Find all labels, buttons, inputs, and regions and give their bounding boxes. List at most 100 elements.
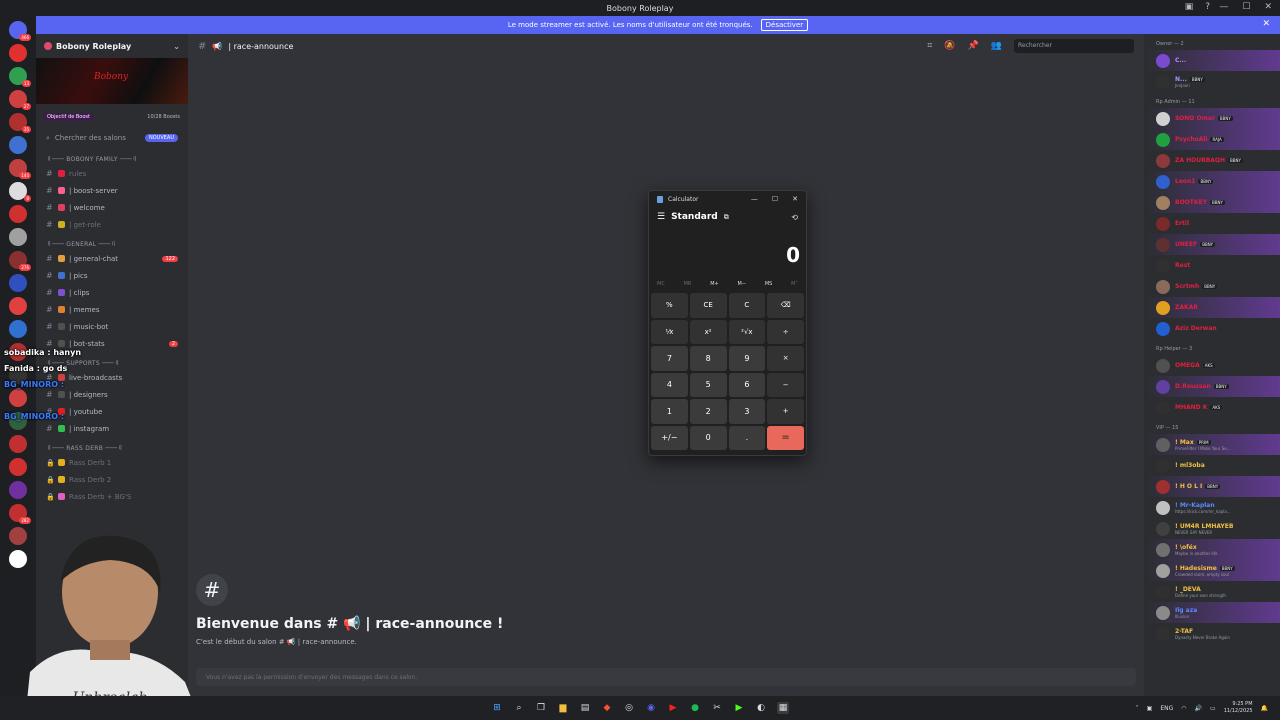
channel-item[interactable]: # | clips [36, 284, 188, 301]
help-icon[interactable]: ? [1205, 2, 1210, 12]
inbox-icon[interactable]: ▣ [1185, 2, 1194, 12]
key-9-button[interactable]: 9 [728, 346, 766, 371]
key-4-button[interactable]: 4 [651, 372, 688, 397]
kick-icon[interactable]: ▶ [733, 702, 745, 714]
calculator-maximize-icon[interactable]: ☐ [772, 195, 778, 203]
chevron-up-icon[interactable]: ˄ [1136, 705, 1139, 712]
chrome-icon[interactable]: ◎ [623, 702, 635, 714]
key-5-button[interactable]: 5 [689, 372, 727, 397]
member-item[interactable]: Rest [1144, 255, 1280, 276]
member-item[interactable]: ! Mr-Kaplan https://kick.com/mr_kapla... [1144, 497, 1280, 518]
channel-item[interactable]: # | welcome [36, 199, 188, 216]
channel-item[interactable]: # | pics [36, 267, 188, 284]
member-item[interactable]: $ONO Omar BBNY [1144, 108, 1280, 129]
member-item[interactable]: Ilg aza Illusion [1144, 602, 1280, 623]
youtube-icon[interactable]: ▶ [667, 702, 679, 714]
member-item[interactable]: ZAKAR [1144, 297, 1280, 318]
discord-taskbar-icon[interactable]: ◉ [645, 702, 657, 714]
file-explorer-icon[interactable]: ▆ [557, 702, 569, 714]
member-item[interactable]: Aziz Derwan [1144, 318, 1280, 339]
server-icon[interactable]: 13 [9, 67, 31, 87]
key-square-button[interactable]: x² [689, 319, 727, 344]
channel-item[interactable]: # | memes [36, 301, 188, 318]
key-decimal-button[interactable]: . [728, 425, 766, 450]
member-item[interactable]: OMEGA AKS [1144, 355, 1280, 376]
channel-item[interactable]: # | boost-server [36, 182, 188, 199]
member-item[interactable]: ! H O L I BBNY [1144, 476, 1280, 497]
key-percent-button[interactable]: % [651, 293, 688, 318]
member-item[interactable]: ! _DEVA Define your own strength [1144, 581, 1280, 602]
server-icon[interactable] [9, 320, 27, 338]
server-icon[interactable] [9, 389, 27, 407]
memory-button[interactable]: MR [684, 281, 692, 287]
server-icon[interactable] [9, 44, 27, 62]
member-item[interactable]: MHAND K AKS [1144, 397, 1280, 418]
key-negate-button[interactable]: +/− [651, 425, 688, 450]
capcut-icon[interactable]: ✂ [711, 702, 723, 714]
pin-icon[interactable]: 📌 [968, 41, 979, 51]
member-item[interactable]: ! ml3oba [1144, 455, 1280, 476]
clock[interactable]: 9:25 PM 11/12/2025 [1224, 701, 1253, 715]
calculator-minimize-icon[interactable]: — [751, 195, 758, 203]
channel-item[interactable]: # | general-chat 122 [36, 250, 188, 267]
battery-icon[interactable]: ▭ [1210, 705, 1216, 712]
key-divide-button[interactable]: ÷ [767, 319, 804, 344]
members-icon[interactable]: 👥 [991, 41, 1002, 51]
threads-icon[interactable]: ⌗ [927, 41, 932, 51]
key-clear-entry-button[interactable]: CE [689, 293, 727, 318]
memory-button[interactable]: M− [738, 281, 747, 287]
member-item[interactable]: 2-TAF Dynasty Never Broke Again [1144, 623, 1280, 644]
notifications-icon[interactable]: 🔔 [1261, 705, 1268, 712]
banner-close-icon[interactable]: ✕ [1262, 19, 1270, 29]
key-2-button[interactable]: 2 [689, 399, 727, 424]
key-0-button[interactable]: 0 [689, 425, 727, 450]
calculator-taskbar-icon[interactable]: ▦ [777, 702, 789, 714]
disable-streamer-button[interactable]: Désactiver [760, 19, 809, 31]
memory-button[interactable]: MS [765, 281, 773, 287]
key-1-button[interactable]: 1 [651, 399, 688, 424]
member-item[interactable]: ZA HOURBAQH BBNY [1144, 150, 1280, 171]
key-subtract-button[interactable]: − [767, 372, 804, 397]
key-3-button[interactable]: 3 [728, 399, 766, 424]
channel-item[interactable]: # | get-role [36, 216, 188, 233]
server-icon[interactable] [9, 481, 27, 499]
keep-on-top-icon[interactable]: ⧉ [724, 213, 729, 222]
search-input[interactable]: Rechercher [1014, 39, 1134, 53]
hamburger-menu-icon[interactable]: ☰ [657, 212, 665, 222]
calculator-close-icon[interactable]: ✕ [792, 195, 798, 203]
server-icon[interactable] [9, 205, 27, 223]
member-item[interactable]: ! \oféx Maybe in another life [1144, 539, 1280, 560]
key-6-button[interactable]: 6 [728, 372, 766, 397]
close-button[interactable]: ✕ [1264, 2, 1272, 12]
channel-search[interactable]: ⌕ Chercher des salons NOUVEAU [36, 128, 188, 148]
server-icon[interactable] [9, 297, 27, 315]
channel-item[interactable]: # | music-bot [36, 318, 188, 335]
key-square-root-button[interactable]: ²√x [728, 319, 766, 344]
member-item[interactable]: C... [1144, 50, 1280, 71]
spotify-icon[interactable]: ● [689, 702, 701, 714]
maximize-button[interactable]: ☐ [1242, 2, 1250, 12]
minimize-button[interactable]: — [1219, 2, 1228, 12]
member-item[interactable]: D.Roussan BBNY [1144, 376, 1280, 397]
member-item[interactable]: ! Hadesisme BBNY Crowded room, empty soul [1144, 560, 1280, 581]
channel-category[interactable]: 〢─── GENERAL ───〢 [36, 236, 188, 250]
steam-icon[interactable]: ◐ [755, 702, 767, 714]
tray-app-icon[interactable]: ▣ [1147, 705, 1153, 712]
member-item[interactable]: BOOTKEY BBNY [1144, 192, 1280, 213]
server-icon[interactable] [9, 136, 27, 154]
memory-button[interactable]: MC [657, 281, 665, 287]
server-icon[interactable]: 27 [9, 90, 31, 110]
key-8-button[interactable]: 8 [689, 346, 727, 371]
member-item[interactable]: N... BBNY JenJoon [1144, 71, 1280, 92]
boost-goal[interactable]: Objectif de Boost 10/28 Boosts [36, 108, 188, 126]
taskbar-search-icon[interactable]: ⌕ [513, 702, 525, 714]
channel-item[interactable]: 🔒 Rass Derb 1 [36, 454, 188, 471]
channel-category[interactable]: 〢─── BOBONY FAMILY ───〢 [36, 151, 188, 165]
member-item[interactable]: Scrtmh BBNY [1144, 276, 1280, 297]
store-icon[interactable]: ▤ [579, 702, 591, 714]
wifi-icon[interactable]: ◠ [1181, 705, 1186, 712]
key-reciprocal-button[interactable]: ⅟x [651, 319, 688, 344]
member-item[interactable]: Ertil [1144, 213, 1280, 234]
channel-category[interactable]: 〢─── RASS DERB ───〢 [36, 440, 188, 454]
server-icon[interactable]: 8 [9, 182, 31, 202]
